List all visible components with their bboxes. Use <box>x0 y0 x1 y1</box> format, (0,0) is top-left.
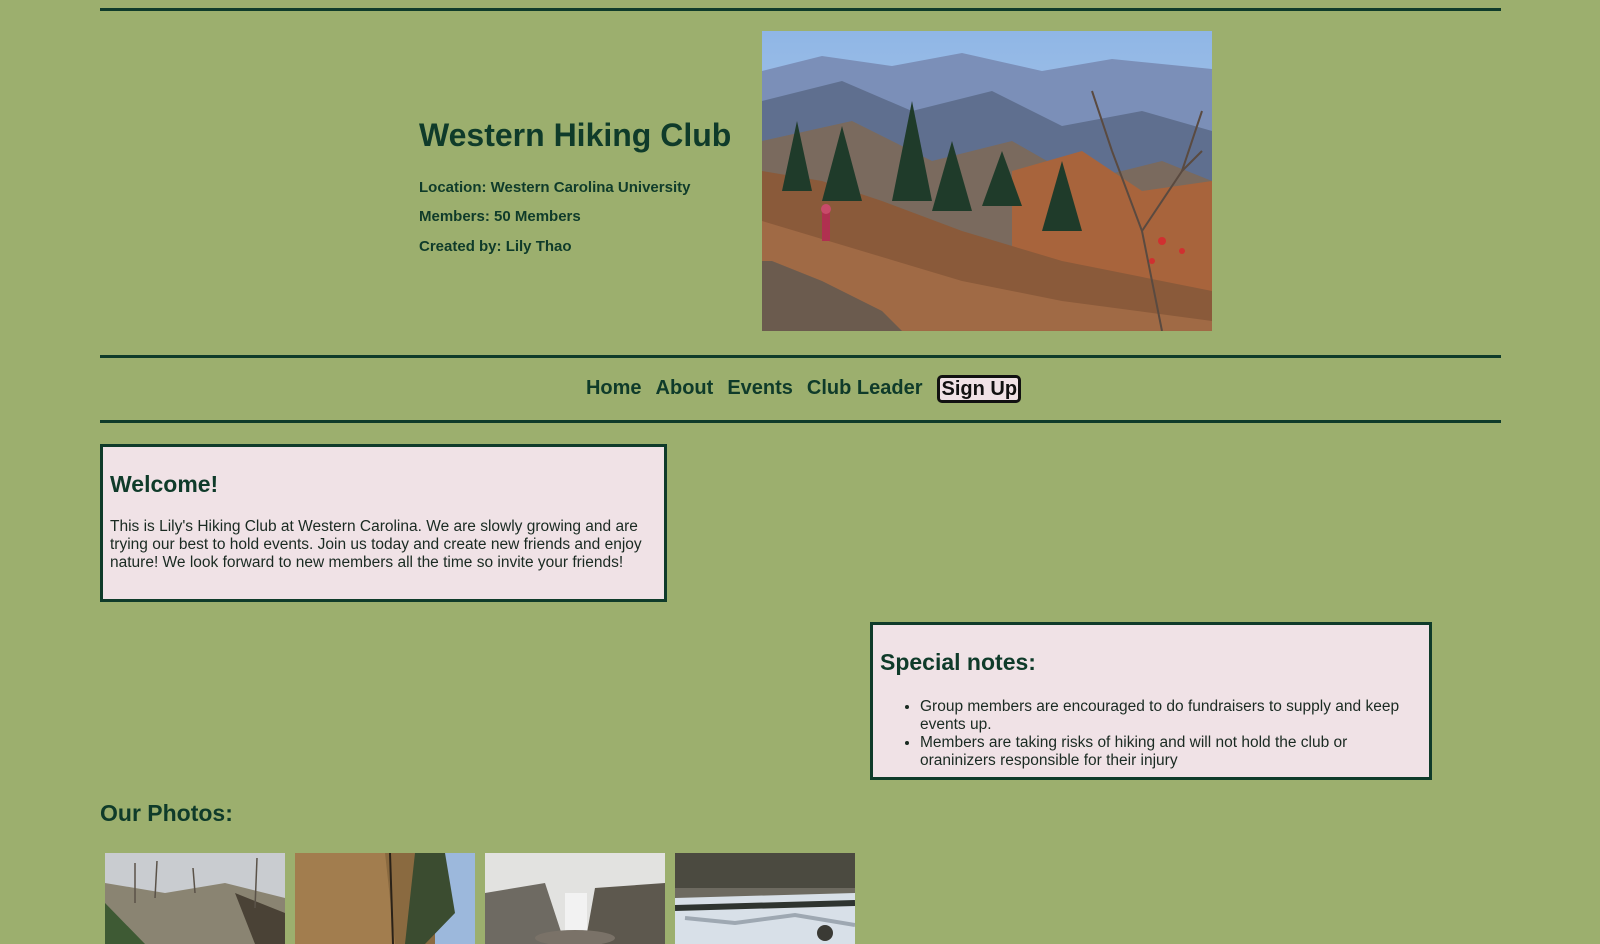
special-notes-card: Special notes: Group members are encoura… <box>870 622 1432 780</box>
note-item: Group members are encouraged to do fundr… <box>920 698 1422 734</box>
photo-thumbnail <box>105 853 285 944</box>
hero-mountain-photo <box>762 31 1212 331</box>
welcome-card: Welcome! This is Lily's Hiking Club at W… <box>100 444 667 602</box>
note-item: Members are taking risks of hiking and w… <box>920 734 1422 770</box>
nav-club-leader[interactable]: Club Leader <box>800 375 930 403</box>
club-title: Western Hiking Club <box>419 117 732 153</box>
photos-heading: Our Photos: <box>100 800 233 826</box>
club-location: Location: Western Carolina University <box>419 179 691 196</box>
welcome-text: This is Lily's Hiking Club at Western Ca… <box>110 518 642 571</box>
nav-home[interactable]: Home <box>579 375 649 403</box>
welcome-heading: Welcome! <box>110 471 219 497</box>
notes-list: Group members are encouraged to do fundr… <box>880 698 1422 770</box>
notes-heading: Special notes: <box>880 649 1036 675</box>
nav-divider <box>100 420 1501 423</box>
club-members: Members: 50 Members <box>419 208 581 225</box>
main-nav: Home About Events Club Leader Sign Up <box>0 375 1600 403</box>
photo-thumbnail <box>485 853 665 944</box>
club-creator: Created by: Lily Thao <box>419 238 572 255</box>
photo-thumbnail <box>295 853 475 944</box>
top-divider <box>100 8 1501 11</box>
photo-thumbnail <box>675 853 855 944</box>
header-divider <box>100 355 1501 358</box>
sign-up-button[interactable]: Sign Up <box>937 375 1022 403</box>
nav-events[interactable]: Events <box>720 375 800 403</box>
nav-about[interactable]: About <box>649 375 721 403</box>
